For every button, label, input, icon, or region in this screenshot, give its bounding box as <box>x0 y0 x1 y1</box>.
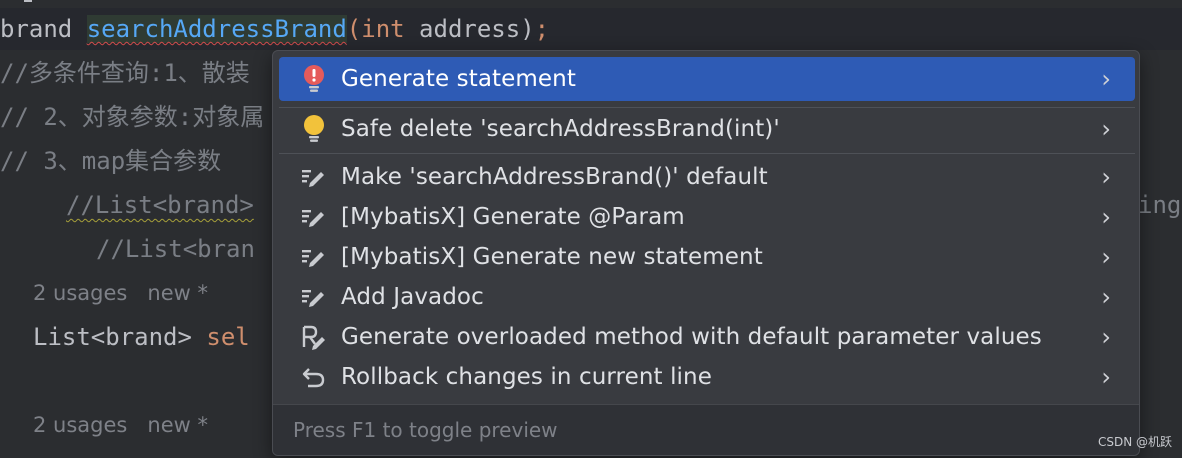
intention-label: Make 'searchAddressBrand()' default <box>341 164 768 190</box>
method-name-with-error[interactable]: searchAddressBrand <box>86 15 347 43</box>
chevron-right-icon[interactable]: › <box>1101 163 1111 191</box>
lightbulb-icon <box>299 114 329 144</box>
code-comment-line[interactable]: //List<bran <box>96 234 255 264</box>
preview-hint: Press F1 to toggle preview <box>293 418 558 442</box>
edit-intention-icon <box>299 282 329 312</box>
line-marker <box>24 0 32 2</box>
intention-label: [MybatisX] Generate new statement <box>341 244 763 270</box>
intention-label: Rollback changes in current line <box>341 364 712 390</box>
intention-label: Safe delete 'searchAddressBrand(int)' <box>341 116 780 142</box>
return-type: brand <box>0 15 73 43</box>
chevron-right-icon[interactable]: › <box>1101 203 1111 231</box>
separator <box>279 153 1135 154</box>
method-name: sel <box>191 323 250 351</box>
chevron-right-icon[interactable]: › <box>1101 65 1111 93</box>
paren-open: ( <box>346 15 362 43</box>
intention-item-mybatisx-param[interactable]: [MybatisX] Generate @Param › <box>279 197 1135 237</box>
intention-label: Generate statement <box>341 66 576 92</box>
usages-count[interactable]: 2 usages <box>33 413 127 437</box>
separator <box>279 107 1135 108</box>
intention-item-generate-statement[interactable]: Generate statement › <box>279 57 1135 101</box>
edit-intention-icon <box>299 202 329 232</box>
code-comment-line[interactable]: // 2、对象参数:对象属 <box>0 102 264 132</box>
intention-item-mybatisx-statement[interactable]: [MybatisX] Generate new statement › <box>279 237 1135 277</box>
usages-count[interactable]: 2 usages <box>33 281 127 305</box>
intention-label: [MybatisX] Generate @Param <box>341 204 685 230</box>
chevron-right-icon[interactable]: › <box>1101 363 1111 391</box>
edit-intention-icon <box>299 242 329 272</box>
intention-item-rollback[interactable]: Rollback changes in current line › <box>279 357 1135 397</box>
code-comment-line[interactable]: //多条件查询:1、散装 <box>0 58 250 88</box>
intention-label: Add Javadoc <box>341 284 484 310</box>
intention-item-add-javadoc[interactable]: Add Javadoc › <box>279 277 1135 317</box>
new-badge: new * <box>147 281 208 305</box>
paren-close: ) <box>520 15 535 43</box>
edit-intention-icon <box>299 162 329 192</box>
intention-label: Generate overloaded method with default … <box>341 324 1042 350</box>
code-line-list[interactable]: List<brand> sel <box>33 322 250 352</box>
list-type: List<brand> <box>33 323 192 351</box>
intention-item-make-default[interactable]: Make 'searchAddressBrand()' default › <box>279 157 1135 197</box>
usages-hint[interactable]: 2 usages new * <box>33 413 208 437</box>
semicolon: ; <box>534 15 550 43</box>
param-type: int <box>361 15 405 43</box>
watermark: CSDN @机跃 <box>1097 435 1172 449</box>
code-line-method-declaration[interactable]: brand searchAddressBrand(int address); <box>0 8 1182 50</box>
parameter-intention-icon <box>299 322 329 352</box>
new-badge: new * <box>147 413 208 437</box>
rollback-icon <box>299 362 329 392</box>
intention-item-safe-delete[interactable]: Safe delete 'searchAddressBrand(int)' › <box>279 109 1135 149</box>
chevron-right-icon[interactable]: › <box>1101 323 1111 351</box>
usages-hint[interactable]: 2 usages new * <box>33 281 208 305</box>
intention-item-generate-overloaded[interactable]: Generate overloaded method with default … <box>279 317 1135 357</box>
param-name: address <box>404 15 521 43</box>
code-comment-tail: ing <box>1138 191 1182 219</box>
chevron-right-icon[interactable]: › <box>1101 243 1111 271</box>
chevron-right-icon[interactable]: › <box>1101 283 1111 311</box>
popup-footer: Press F1 to toggle preview <box>273 404 1139 455</box>
intention-actions-popup: Generate statement › Safe delete 'search… <box>272 50 1140 456</box>
code-comment-line[interactable]: // 3、map集合参数 <box>0 146 221 176</box>
error-bulb-icon <box>299 64 329 94</box>
code-comment-line[interactable]: //List<brand> <box>66 190 254 220</box>
chevron-right-icon[interactable]: › <box>1101 115 1111 143</box>
